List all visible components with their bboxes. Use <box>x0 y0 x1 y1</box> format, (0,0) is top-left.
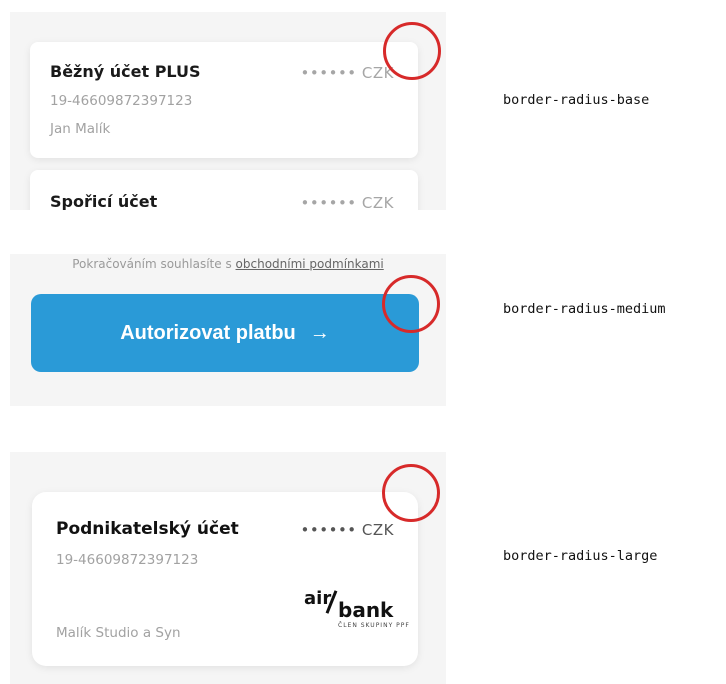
account-card[interactable]: Spořicí účet •••••• CZK <box>30 170 418 210</box>
account-balance-masked: •••••• CZK <box>300 64 394 82</box>
account-name: Podnikatelský účet <box>56 519 239 539</box>
token-label-large: border-radius-large <box>503 548 658 564</box>
consent-prefix: Pokračováním souhlasíte s <box>72 257 232 271</box>
consent-text: Pokračováním souhlasíte s obchodními pod… <box>10 257 446 271</box>
account-card[interactable]: Běžný účet PLUS •••••• CZK 19-4660987239… <box>30 42 418 158</box>
logo-tagline: ČLEN SKUPINY PPF <box>338 622 410 629</box>
account-name: Běžný účet PLUS <box>50 62 201 81</box>
account-balance-masked: •••••• CZK <box>300 194 394 210</box>
account-name: Spořicí účet <box>50 192 158 210</box>
arrow-right-icon: → <box>309 321 330 344</box>
airbank-logo: air bank ČLEN SKUPINY PPF <box>300 588 409 634</box>
corner-highlight-circle <box>382 464 440 522</box>
terms-link[interactable]: obchodními podmínkami <box>236 257 384 271</box>
token-label-medium: border-radius-medium <box>503 301 666 317</box>
account-owner: Jan Malík <box>50 121 111 137</box>
account-number: 19-46609872397123 <box>56 552 199 568</box>
account-owner: Malík Studio a Syn <box>56 625 181 641</box>
corner-highlight-circle <box>383 22 441 80</box>
authorize-payment-label: Autorizovat platbu <box>120 321 296 344</box>
authorize-payment-button[interactable]: Autorizovat platbu → <box>31 294 419 372</box>
token-label-base: border-radius-base <box>503 92 650 108</box>
account-card[interactable]: Podnikatelský účet •••••• CZK 19-4660987… <box>32 492 418 666</box>
corner-highlight-circle <box>382 275 440 333</box>
account-number: 19-46609872397123 <box>50 93 193 109</box>
example-panel-base: Běžný účet PLUS •••••• CZK 19-4660987239… <box>10 12 446 210</box>
example-panel-large: Podnikatelský účet •••••• CZK 19-4660987… <box>10 452 446 684</box>
account-balance-masked: •••••• CZK <box>300 521 394 539</box>
logo-bank-text: bank <box>338 598 394 622</box>
example-panel-medium: Pokračováním souhlasíte s obchodními pod… <box>10 254 446 406</box>
